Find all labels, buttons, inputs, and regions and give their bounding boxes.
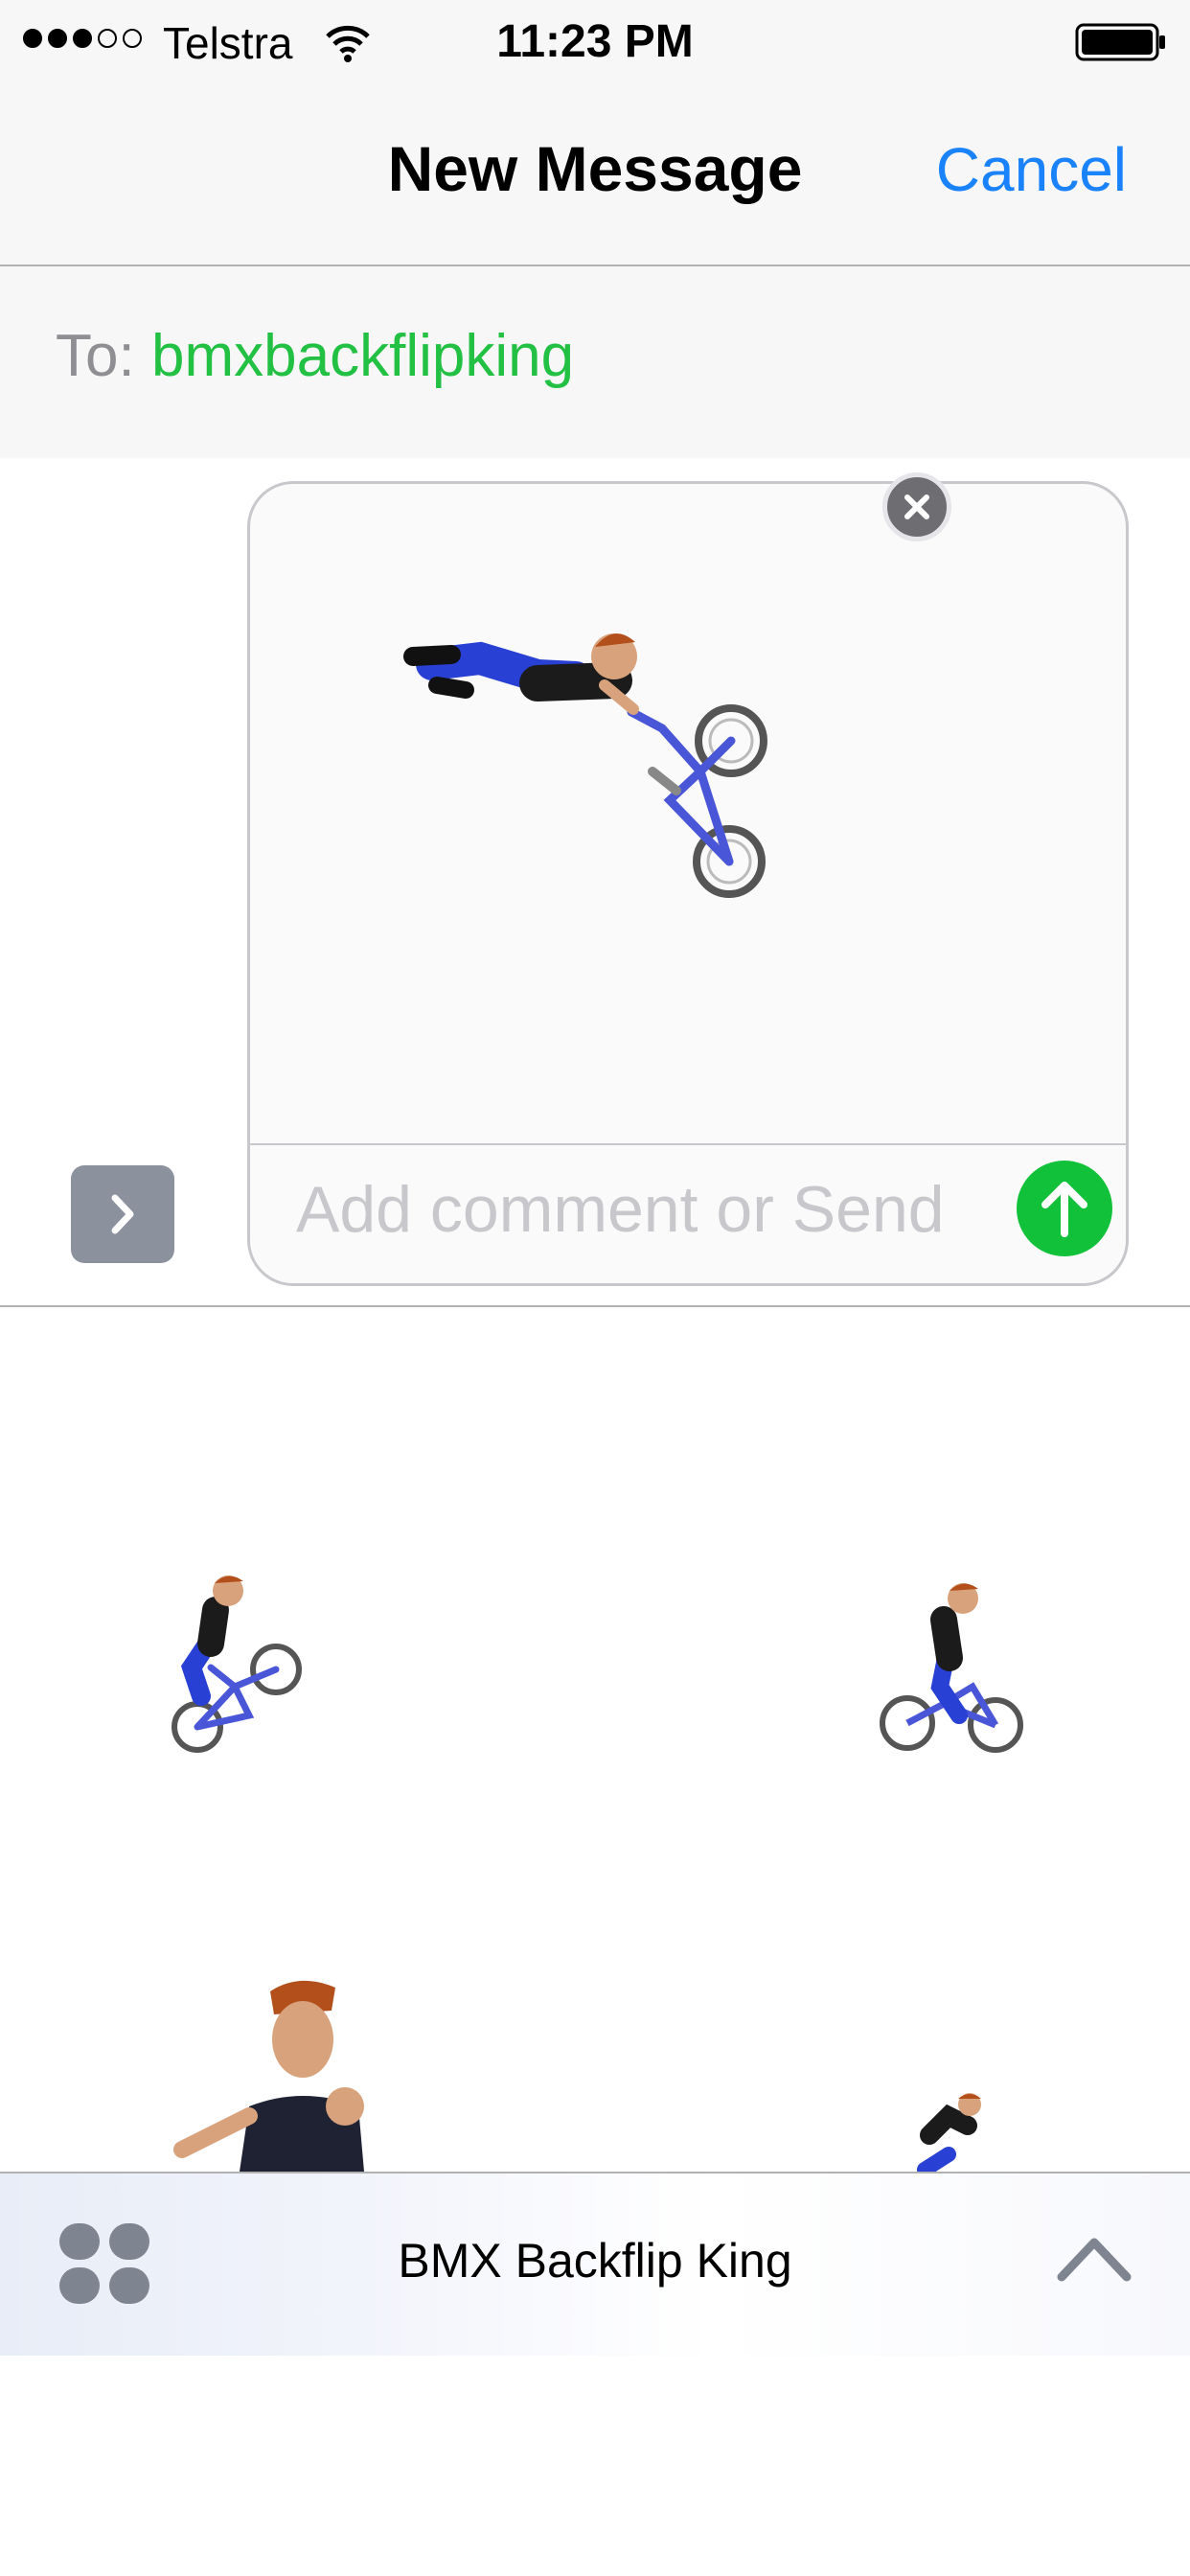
sticker-bmx-rider-pedaling[interactable] bbox=[867, 1572, 1030, 1768]
remove-attachment-button[interactable] bbox=[882, 472, 951, 541]
close-icon bbox=[904, 494, 929, 519]
sticker-bmx-rider-airborne-icon bbox=[403, 633, 767, 898]
attachment-preview bbox=[250, 484, 1126, 1143]
keyboard-area bbox=[0, 2356, 1190, 2576]
expand-apps-button[interactable] bbox=[71, 1165, 174, 1263]
imessage-app-bar: BMX Backflip King bbox=[0, 2174, 1190, 2356]
sticker-bmx-rider-pedaling-icon bbox=[880, 1583, 1023, 1753]
drawer-divider bbox=[0, 1305, 1190, 1307]
chevron-right-icon bbox=[111, 1194, 134, 1234]
cancel-button[interactable]: Cancel bbox=[936, 134, 1127, 205]
app-name: BMX Backflip King bbox=[398, 2234, 792, 2288]
to-label: To: bbox=[56, 323, 135, 389]
clock: 11:23 PM bbox=[496, 16, 694, 67]
sticker-bmx-rider-wheelie-icon bbox=[172, 1576, 302, 1753]
recipient-field[interactable]: To: bmxbackflipking bbox=[0, 266, 1190, 458]
sticker-bmx-rider-portrait[interactable] bbox=[153, 1972, 374, 2176]
recipient-token[interactable]: bmxbackflipking bbox=[151, 322, 574, 390]
send-button[interactable] bbox=[1017, 1161, 1112, 1256]
sticker-bmx-rider-portrait-icon bbox=[173, 1980, 364, 2172]
arrow-up-icon bbox=[1041, 1182, 1087, 1237]
status-bar: Telstra 11:23 PM bbox=[0, 0, 1190, 84]
battery-icon bbox=[1075, 23, 1165, 61]
navigation-bar: New Message Cancel bbox=[0, 84, 1190, 266]
compose-divider bbox=[250, 1143, 1126, 1145]
sticker-bmx-rider-wheelie[interactable] bbox=[144, 1562, 316, 1759]
sticker-bmx-rider-small-icon bbox=[917, 2093, 981, 2177]
chevron-up-icon[interactable] bbox=[1054, 2229, 1134, 2287]
comment-input[interactable]: Add comment or Send bbox=[296, 1172, 986, 1247]
sticker-bmx-rider-small[interactable] bbox=[910, 2087, 996, 2177]
compose-box: Add comment or Send bbox=[247, 472, 1129, 1286]
